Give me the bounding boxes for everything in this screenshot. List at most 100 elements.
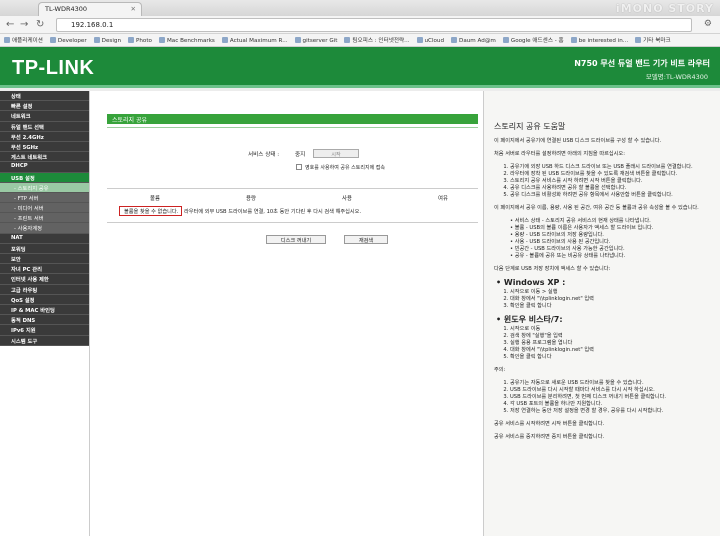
help-list-item: 공유기는 자동으로 새로운 USB 드라이브를 찾을 수 있습니다. (510, 380, 712, 387)
url-bar[interactable]: 192.168.0.1 (56, 18, 692, 32)
help-list-item: 검색 창에 "실행"을 입력 (510, 333, 712, 340)
browser-tab[interactable]: TL-WDR4300 ✕ (38, 2, 142, 16)
sidebar-item[interactable]: 네트워크 (0, 111, 89, 122)
model-name: 모델명:TL-WDR4300 (645, 73, 708, 81)
help-list-item: 시작으로 이동 (510, 326, 712, 333)
sidebar-item[interactable]: NAT (0, 233, 89, 244)
bookmark-item[interactable]: be interested in... (570, 37, 628, 44)
sidebar-item[interactable]: 인터넷 사용 제한 (0, 274, 89, 285)
sidebar-item[interactable]: QoS 설정 (0, 294, 89, 305)
bookmark-item[interactable]: Developer (49, 37, 87, 44)
sidebar-item[interactable]: 시스템 도구 (0, 335, 89, 346)
col-used: 사용 (342, 196, 352, 202)
help-list-item: 실행 응용 프로그램을 엽니다 (510, 340, 712, 347)
help-xp-heading: • Windows XP : (496, 278, 566, 287)
divider (107, 127, 478, 128)
bookmark-icon (294, 37, 301, 43)
eject-button[interactable]: 디스크 꺼내기 (266, 235, 326, 244)
service-status-value: 중지 (295, 152, 306, 158)
help-list-item: 라우터에 장착 된 USB 드라이브를 찾을 수 있도록 재검색 버튼을 클릭합… (510, 171, 712, 178)
help-list-item: 대화 창에서 "\\tplinklogin.net" 입력 (510, 296, 712, 303)
no-volume-message: 볼륨을 찾을 수 없습니다. (119, 206, 182, 216)
sidebar-item[interactable]: 무선 2.4GHz (0, 131, 89, 142)
sidebar-item[interactable]: IP & MAC 바인딩 (0, 304, 89, 316)
forward-icon[interactable]: → (20, 19, 28, 30)
close-tab-icon[interactable]: ✕ (131, 5, 136, 13)
sidebar-item[interactable]: DHCP (0, 162, 89, 173)
help-list4: 시작으로 이동검색 창에 "실행"을 입력실행 응용 프로그램을 엽니다대화 창… (510, 326, 712, 361)
sidebar-item[interactable]: IPv6 지원 (0, 325, 89, 336)
bookmark-icon (570, 37, 577, 43)
divider (107, 222, 478, 223)
bookmark-icon (93, 37, 100, 43)
start-button[interactable]: 시작 (313, 149, 359, 158)
sidebar-item[interactable]: 동적 DNS (0, 315, 89, 326)
sidebar-item[interactable]: - 프린트 서버 (0, 213, 89, 224)
section-title: 스토리지 공유 (107, 114, 478, 124)
help-end2: 공유 서비스를 중지하려면 중지 버튼을 클릭합니다. (494, 434, 605, 440)
divider (107, 188, 478, 189)
sidebar-menu: 상태 빠른 설정 네트워크 듀얼 밴드 선택 무선 2.4GHz 무선 5GHz 게스트 네… (0, 91, 89, 536)
help-intro: 이 페이지에서 공유기에 연결된 USB 디스크 드라이브를 구성 할 수 있습… (494, 138, 662, 144)
sidebar-item[interactable]: - FTP 서버 (0, 192, 89, 204)
help-end1: 공유 서비스를 시작하려면 시작 버튼을 클릭합니다. (494, 421, 605, 427)
sidebar-item[interactable]: 빠른 설정 (0, 101, 89, 112)
browser-tabbar: TL-WDR4300 ✕ iMONO STORY (0, 0, 720, 16)
bookmark-item[interactable]: Google 애드센스 - 홈 (502, 36, 564, 44)
bookmark-icon (221, 37, 228, 43)
bookmark-item[interactable]: 팀오피스 : 인터넷전략... (344, 36, 410, 44)
bookmark-item[interactable]: Photo (128, 37, 152, 44)
sidebar-item[interactable]: 고급 라우팅 (0, 284, 89, 295)
help-list-item: 각 USB 포트의 볼륨을 하나만 지원합니다. (510, 401, 712, 408)
rescan-hint: 라우터에 외부 USB 드라이브를 연결, 10초 동안 기다린 후 다시 검색… (184, 209, 362, 215)
sidebar-item[interactable]: 보안 (0, 254, 89, 265)
help-list-item: 공유 디스크를 비활성화 하려면 공유 항목에서 사용안함 버튼을 클릭합니다. (510, 192, 712, 199)
help-note: 주의: (494, 367, 506, 373)
bookmark-icon (128, 37, 134, 43)
help-panel: 스토리지 공유 도움말 이 페이지에서 공유기에 연결된 USB 디스크 드라이… (484, 91, 720, 536)
sidebar-item[interactable]: 게스트 네트워크 (0, 152, 89, 163)
bookmark-item[interactable]: Daum Ad@m (451, 37, 496, 44)
help-list-item: 공유 디스크를 사용하려면 공유 할 볼륨을 선택합니다. (510, 185, 712, 192)
help-list-item: USB 드라이브를 다시 시작할 때마다 서비스를 다시 시작 하십시오. (510, 387, 712, 394)
bookmark-item[interactable]: 애플리케이션 (4, 36, 43, 44)
sidebar-item[interactable]: 듀얼 밴드 선택 (0, 121, 89, 132)
help-list-item: 볼륨 - USB의 볼륨 이름은 사용자가 액세스 할 드라이브 입니다. (510, 225, 712, 232)
rescan-button[interactable]: 재검색 (344, 235, 388, 244)
sidebar-item[interactable]: - 사용자계정 (0, 223, 89, 234)
help-vista-heading: • 윈도우 비스타/7: (496, 315, 563, 324)
bookmark-item[interactable]: Mac Benchmarks (158, 37, 215, 44)
help-list-item: 시작으로 이동 > 실행 (510, 289, 712, 296)
help-p3: 다음 단계로 USB 저장 장치에 액세스 할 수 있습니다: (494, 266, 611, 272)
bookmark-item[interactable]: gitserver Git (294, 37, 337, 44)
password-checkbox[interactable] (296, 164, 302, 170)
help-list-item: 사용 - USB 드라이브의 사용 된 공간입니다. (510, 239, 712, 246)
help-list1: 공유기에 외장 USB 하드 디스크 드라이브 또는 USB 플래시 드라이브를… (510, 164, 712, 199)
help-list5: 공유기는 자동으로 새로운 USB 드라이브를 찾을 수 있습니다.USB 드라… (510, 380, 712, 415)
bookmark-icon (4, 37, 10, 43)
help-list-item: 용량 - USB 드라이브의 저장 용량입니다. (510, 232, 712, 239)
checkbox-label: 영호를 사용하여 공유 스토리지에 접속 (305, 165, 385, 171)
bookmark-item[interactable]: uCloud (416, 37, 444, 44)
help-list-item: 대화 창에서 "\\tplinklogin.net" 입력 (510, 347, 712, 354)
sidebar-item[interactable]: - 스토리지 공유 (0, 182, 89, 193)
back-icon[interactable]: ← (6, 19, 14, 30)
sidebar-item[interactable]: 상태 (0, 91, 89, 102)
tplink-logo: TP-LINK (12, 57, 95, 79)
main-panel: 스토리지 공유 서비스 상태 : 중지 시작 영호를 사용하여 공유 스토리지에… (89, 91, 484, 536)
bookmark-icon (158, 37, 165, 43)
bookmark-item[interactable]: Design (93, 37, 121, 44)
bookmark-icon (49, 37, 56, 43)
sidebar-item[interactable]: 포워딩 (0, 243, 89, 254)
bookmark-item[interactable]: Actual Maximum R... (221, 37, 288, 44)
bookmark-item[interactable]: 기타 북마크 (635, 36, 671, 44)
address-row: ← → ↻ 192.168.0.1 ⚙ (0, 16, 720, 34)
sidebar-item[interactable]: USB 설정 (0, 172, 89, 183)
help-list2: 서비스 상태 - 스토리지 공유 서비스의 현재 상태를 나타냅니다.볼륨 - … (510, 218, 712, 260)
sidebar-item[interactable]: - 미디어 서버 (0, 203, 89, 214)
reload-icon[interactable]: ↻ (36, 19, 44, 30)
wrench-icon[interactable]: ⚙ (704, 19, 712, 29)
bookmark-icon (451, 37, 458, 43)
sidebar-item[interactable]: 무선 5GHz (0, 141, 89, 153)
sidebar-item[interactable]: 자녀 PC 관리 (0, 264, 89, 275)
